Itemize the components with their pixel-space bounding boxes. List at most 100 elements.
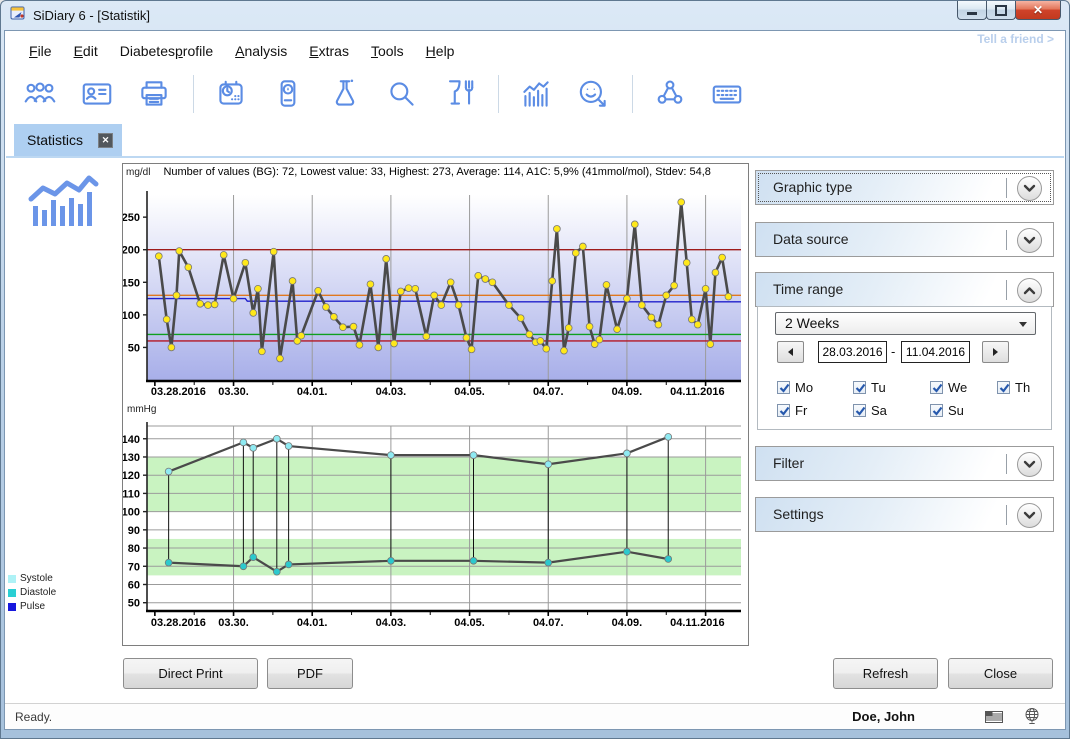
svg-text:04.11.2016: 04.11.2016 [670, 617, 724, 629]
glucose-meter-button[interactable] [270, 76, 306, 112]
checkbox-icon [777, 404, 790, 417]
next-period-button[interactable] [982, 341, 1009, 363]
keyboard-icon [709, 76, 745, 112]
svg-text:70: 70 [128, 561, 140, 573]
direct-print-button[interactable]: Direct Print [123, 658, 258, 689]
menu-item-diabetesprofile[interactable]: Diabetesprofile [109, 39, 224, 63]
status-message: Ready. [15, 710, 52, 724]
svg-text:90: 90 [128, 525, 140, 537]
globe-icon[interactable] [1023, 707, 1041, 730]
weekday-label: Fr [795, 403, 807, 418]
time-range-preset-select[interactable]: 2 Weeks [775, 312, 1036, 335]
share-button[interactable] [652, 76, 688, 112]
share-icon [652, 76, 688, 112]
svg-text:04.09.: 04.09. [612, 386, 643, 398]
legend-item-systole: Systole [8, 573, 56, 584]
date-to-input[interactable] [901, 341, 970, 363]
weekday-checkbox-mo[interactable]: Mo [777, 380, 853, 395]
printer-button[interactable] [136, 76, 172, 112]
keyboard-button[interactable] [709, 76, 745, 112]
panel-time-range[interactable]: Time range [755, 272, 1054, 307]
legend-item-pulse: Pulse [8, 601, 56, 612]
svg-text:150: 150 [123, 277, 140, 289]
menu-item-file[interactable]: File [18, 39, 63, 63]
calendar-clock-icon [213, 76, 249, 112]
window-controls: ✕ [958, 1, 1061, 20]
svg-text:03.28.2016: 03.28.2016 [151, 617, 206, 629]
weekday-checkbox-tu[interactable]: Tu [853, 380, 930, 395]
users-button[interactable] [22, 76, 58, 112]
weekday-label: Th [1015, 380, 1030, 395]
panel-time-range-toggle[interactable] [1017, 278, 1042, 303]
panel-filter-toggle[interactable] [1017, 452, 1042, 477]
svg-text:110: 110 [123, 488, 140, 500]
search-icon [384, 76, 420, 112]
close-button[interactable]: Close [948, 658, 1053, 689]
svg-text:100: 100 [123, 310, 140, 322]
food-drink-button[interactable] [441, 76, 477, 112]
tab-statistics[interactable]: Statistics ✕ [14, 124, 122, 156]
legend-label: Systole [20, 573, 53, 584]
panel-data-source[interactable]: Data source [755, 222, 1054, 257]
svg-text:03.28.2016: 03.28.2016 [151, 386, 206, 398]
lab-flask-button[interactable] [327, 76, 363, 112]
svg-text:04.05.: 04.05. [454, 617, 485, 629]
weekday-checkbox-sa[interactable]: Sa [853, 403, 930, 418]
previous-period-button[interactable] [777, 341, 804, 363]
bg-stats-summary: Number of values (BG): 72, Lowest value:… [163, 166, 710, 178]
panel-settings[interactable]: Settings [755, 497, 1054, 532]
svg-text:50: 50 [128, 342, 140, 354]
panel-time-range-label: Time range [773, 281, 843, 297]
checkbox-icon [853, 404, 866, 417]
menu-item-help[interactable]: Help [415, 39, 466, 63]
svg-text:04.09.: 04.09. [612, 617, 643, 629]
panel-settings-toggle[interactable] [1017, 503, 1042, 528]
weekday-checkbox-fr[interactable]: Fr [777, 403, 853, 418]
language-flag-icon[interactable] [985, 710, 1003, 728]
smiley-export-icon [575, 76, 611, 112]
smiley-export-button[interactable] [575, 76, 611, 112]
statistics-icon [518, 76, 554, 112]
panel-filter[interactable]: Filter [755, 446, 1054, 481]
close-window-button[interactable]: ✕ [1015, 1, 1061, 20]
statistics-button[interactable] [518, 76, 554, 112]
restore-button[interactable] [986, 1, 1016, 20]
close-icon: ✕ [1033, 3, 1043, 17]
pdf-button[interactable]: PDF [267, 658, 353, 689]
weekday-checkbox-we[interactable]: We [930, 380, 997, 395]
contact-card-icon [79, 76, 115, 112]
menu-item-tools[interactable]: Tools [360, 39, 415, 63]
legend-label: Diastole [20, 587, 56, 598]
bg-chart-svg: 5010015020025003.28.201603.30.04.01.04.0… [123, 178, 747, 414]
tell-a-friend-link[interactable]: Tell a friend > [977, 32, 1054, 46]
search-button[interactable] [384, 76, 420, 112]
minimize-button[interactable] [957, 1, 987, 20]
panel-separator [1006, 178, 1007, 198]
svg-text:04.11.2016: 04.11.2016 [670, 386, 724, 398]
time-range-preset-value: 2 Weeks [785, 315, 839, 331]
date-from-input[interactable] [818, 341, 887, 363]
contact-card-button[interactable] [79, 76, 115, 112]
weekday-checkbox-th[interactable]: Th [997, 380, 1045, 395]
panel-data-source-toggle[interactable] [1017, 228, 1042, 253]
menu-item-extras[interactable]: Extras [298, 39, 360, 63]
weekday-label: Mo [795, 380, 813, 395]
weekday-label: Su [948, 403, 964, 418]
calendar-clock-button[interactable] [213, 76, 249, 112]
tab-close-icon[interactable]: ✕ [98, 133, 113, 148]
panel-graphic-type[interactable]: Graphic type [755, 170, 1054, 205]
svg-text:250: 250 [123, 212, 140, 224]
bp-unit-label: mmHg [127, 404, 156, 415]
app-icon [10, 5, 26, 26]
panel-graphic-type-toggle[interactable] [1017, 176, 1042, 201]
menu-item-analysis[interactable]: Analysis [224, 39, 298, 63]
weekday-checkbox-su[interactable]: Su [930, 403, 997, 418]
checkbox-icon [930, 381, 943, 394]
menu-item-edit[interactable]: Edit [63, 39, 109, 63]
checkbox-icon [997, 381, 1010, 394]
application-window: SiDiary 6 - [Statistik] ✕ FileEditDiabet… [0, 0, 1070, 739]
titlebar[interactable]: SiDiary 6 - [Statistik] ✕ [0, 0, 1070, 30]
tab-bar: Statistics ✕ [6, 122, 1064, 158]
refresh-button[interactable]: Refresh [833, 658, 938, 689]
menubar: FileEditDiabetesprofileAnalysisExtrasToo… [6, 37, 1064, 65]
